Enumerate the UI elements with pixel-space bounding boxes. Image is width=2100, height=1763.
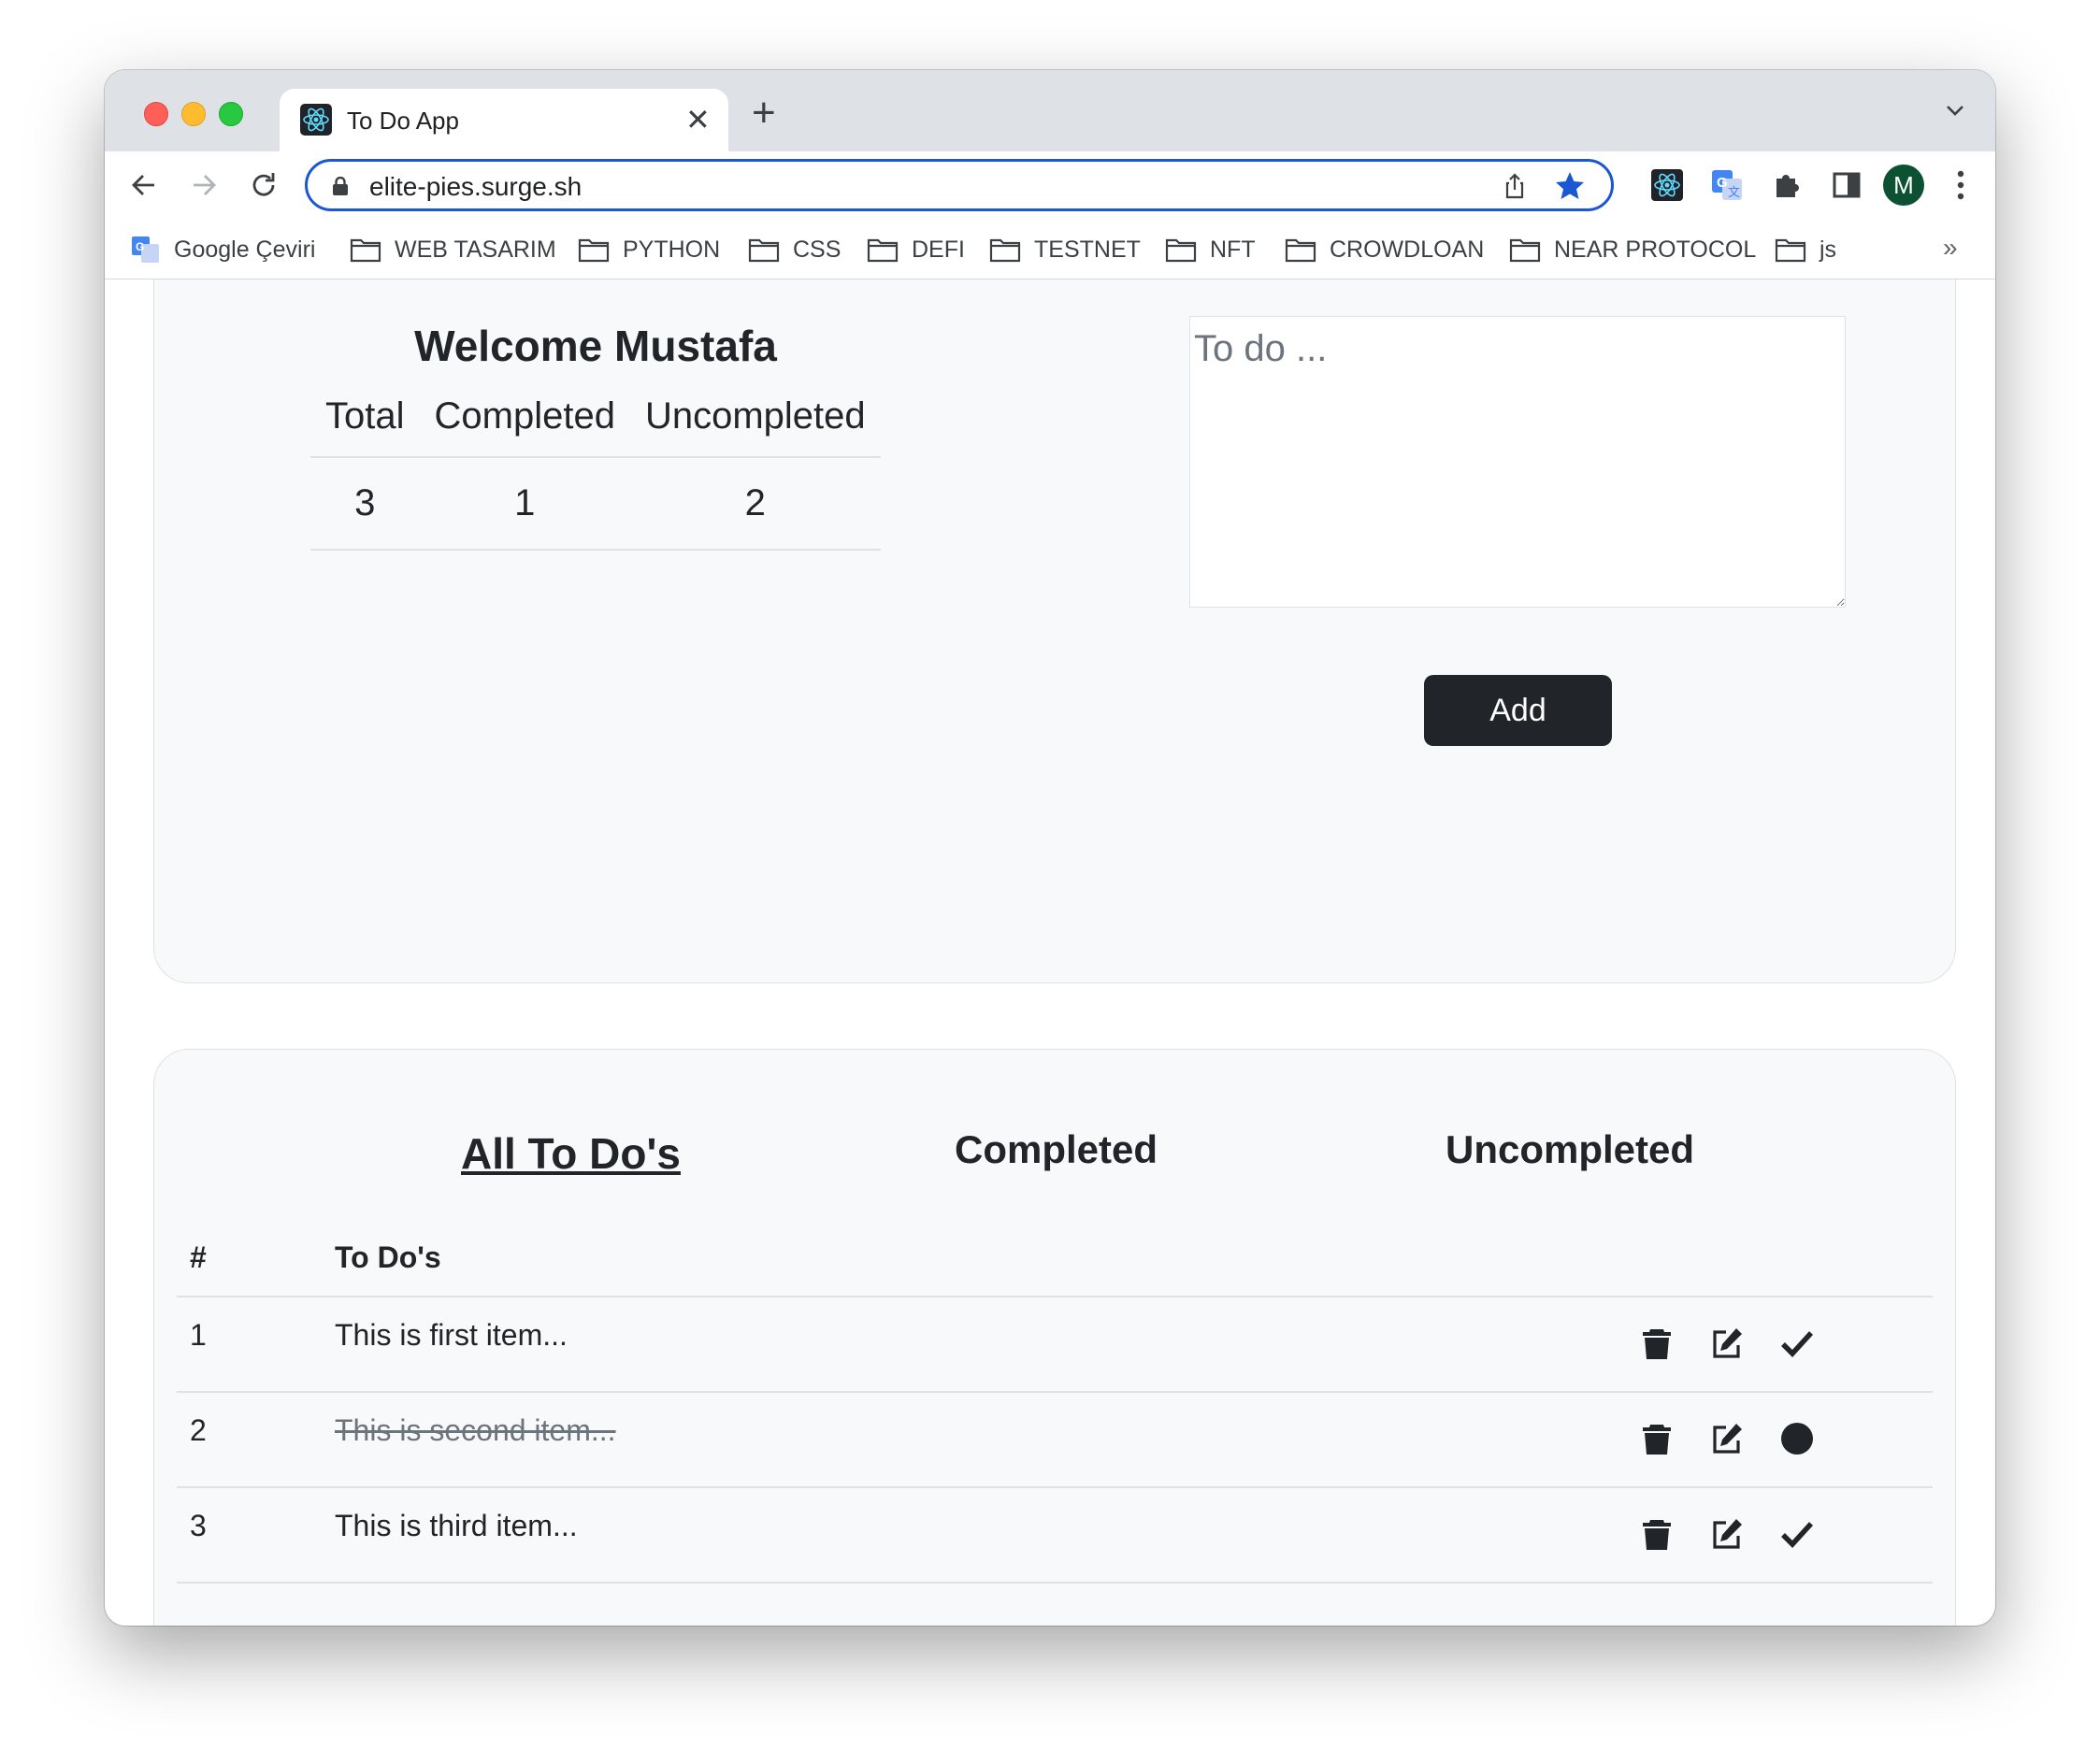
bookmark-star-icon[interactable] <box>1553 169 1587 203</box>
browser-tab[interactable]: To Do App ✕ <box>280 89 728 151</box>
table-row: 2 This is second item... <box>177 1392 1933 1488</box>
circle-icon[interactable] <box>1779 1421 1815 1456</box>
summary-card: Welcome Mustafa Total Completed Uncomple… <box>153 280 1956 983</box>
folder-icon <box>350 238 381 263</box>
bookmark-folder-python[interactable]: PYTHON <box>578 234 720 265</box>
todo-text: This is first item... <box>322 1297 1626 1393</box>
folder-icon <box>748 238 780 263</box>
address-bar[interactable]: elite-pies.surge.sh <box>305 159 1614 211</box>
folder-icon <box>578 238 610 263</box>
browser-window: To Do App ✕ + elite-pies.surge.sh G 文 M … <box>105 70 1995 1626</box>
folder-icon <box>989 238 1021 263</box>
todo-actions <box>1626 1297 1933 1393</box>
stats-header-uncompleted: Uncompleted <box>629 377 881 458</box>
reload-icon[interactable] <box>247 168 280 202</box>
react-devtools-icon[interactable] <box>1649 167 1685 203</box>
todo-input[interactable] <box>1189 316 1846 608</box>
bookmark-folder-testnet[interactable]: TESTNET <box>989 234 1141 265</box>
stats-uncompleted-value: 2 <box>629 457 881 551</box>
folder-icon <box>1285 238 1316 263</box>
todo-number: 3 <box>177 1487 322 1584</box>
folder-icon <box>1775 238 1806 263</box>
check-icon[interactable] <box>1779 1516 1815 1552</box>
bookmark-google-ceviri[interactable]: G Google Çeviri <box>131 234 315 265</box>
todo-list-card: All To Do's Completed Uncompleted # To D… <box>153 1049 1956 1626</box>
filter-completed-tab[interactable]: Completed <box>955 1127 1158 1172</box>
bookmark-folder-css[interactable]: CSS <box>748 234 841 265</box>
close-window-button[interactable] <box>144 102 168 126</box>
maximize-window-button[interactable] <box>219 102 243 126</box>
page-content: Welcome Mustafa Total Completed Uncomple… <box>105 280 1995 1626</box>
edit-icon[interactable] <box>1709 1421 1745 1456</box>
bookmark-folder-near-protocol[interactable]: NEAR PROTOCOL <box>1509 234 1756 265</box>
todo-text: This is third item... <box>322 1487 1626 1584</box>
table-row: 3 This is third item... <box>177 1487 1933 1584</box>
stats-total-value: 3 <box>310 457 420 551</box>
bookmark-folder-js[interactable]: js <box>1775 234 1836 265</box>
welcome-heading: Welcome Mustafa <box>414 322 777 370</box>
folder-icon <box>1509 238 1541 263</box>
check-icon[interactable] <box>1779 1326 1815 1361</box>
more-menu-icon[interactable] <box>1956 166 1965 204</box>
todo-actions <box>1626 1392 1933 1488</box>
todo-text-completed: This is second item... <box>322 1392 1626 1488</box>
new-tab-icon[interactable]: + <box>752 91 776 136</box>
chevron-down-icon[interactable] <box>1943 98 1967 122</box>
google-translate-icon: G <box>132 236 159 263</box>
profile-avatar[interactable]: M <box>1883 165 1924 206</box>
edit-icon[interactable] <box>1709 1516 1745 1552</box>
todo-number: 1 <box>177 1297 322 1393</box>
bookmark-folder-web-tasarim[interactable]: WEB TASARIM <box>350 234 556 265</box>
stats-completed-value: 1 <box>419 457 630 551</box>
folder-icon <box>1165 238 1197 263</box>
bookmarks-bar: G Google Çeviri WEB TASARIM PYTHON CSS D… <box>105 220 1995 280</box>
folder-icon <box>867 238 899 263</box>
bookmark-folder-crowdloan[interactable]: CROWDLOAN <box>1285 234 1484 265</box>
url-text[interactable]: elite-pies.surge.sh <box>369 172 582 202</box>
minimize-window-button[interactable] <box>181 102 206 126</box>
extensions-puzzle-icon[interactable] <box>1769 167 1805 203</box>
lock-icon[interactable] <box>332 177 349 195</box>
edit-icon[interactable] <box>1709 1326 1745 1361</box>
tab-close-icon[interactable]: ✕ <box>685 101 711 138</box>
column-header-todos: To Do's <box>322 1227 1626 1297</box>
filter-all-tab[interactable]: All To Do's <box>461 1128 681 1179</box>
tab-title: To Do App <box>347 107 459 135</box>
todo-actions <box>1626 1487 1933 1584</box>
google-translate-icon[interactable]: G 文 <box>1709 167 1745 203</box>
svg-text:文: 文 <box>1728 185 1740 199</box>
bookmark-folder-nft[interactable]: NFT <box>1165 234 1256 265</box>
stats-header-total: Total <box>310 377 420 458</box>
svg-text:G: G <box>1717 175 1728 191</box>
forward-icon[interactable] <box>187 168 221 202</box>
bookmarks-overflow-button[interactable]: » <box>1943 233 1958 263</box>
trash-icon[interactable] <box>1639 1421 1675 1456</box>
back-icon[interactable] <box>127 168 161 202</box>
share-icon[interactable] <box>1501 172 1529 200</box>
bookmark-folder-defi[interactable]: DEFI <box>867 234 965 265</box>
side-panel-icon[interactable] <box>1829 167 1864 203</box>
todo-table: # To Do's 1 This is first item... 2 This… <box>177 1227 1933 1584</box>
stats-header-completed: Completed <box>419 377 630 458</box>
browser-toolbar: elite-pies.surge.sh G 文 M <box>105 151 1995 220</box>
stats-table: Total Completed Uncompleted 3 1 2 <box>310 377 881 551</box>
react-icon <box>300 104 332 136</box>
svg-text:G: G <box>136 240 144 253</box>
trash-icon[interactable] <box>1639 1516 1675 1552</box>
filter-uncompleted-tab[interactable]: Uncompleted <box>1446 1127 1694 1172</box>
tab-strip: To Do App ✕ + <box>105 70 1995 151</box>
todo-number: 2 <box>177 1392 322 1488</box>
add-button[interactable]: Add <box>1424 675 1612 746</box>
trash-icon[interactable] <box>1639 1326 1675 1361</box>
column-header-number: # <box>177 1227 322 1297</box>
column-header-actions <box>1626 1227 1933 1297</box>
table-row: 1 This is first item... <box>177 1297 1933 1393</box>
